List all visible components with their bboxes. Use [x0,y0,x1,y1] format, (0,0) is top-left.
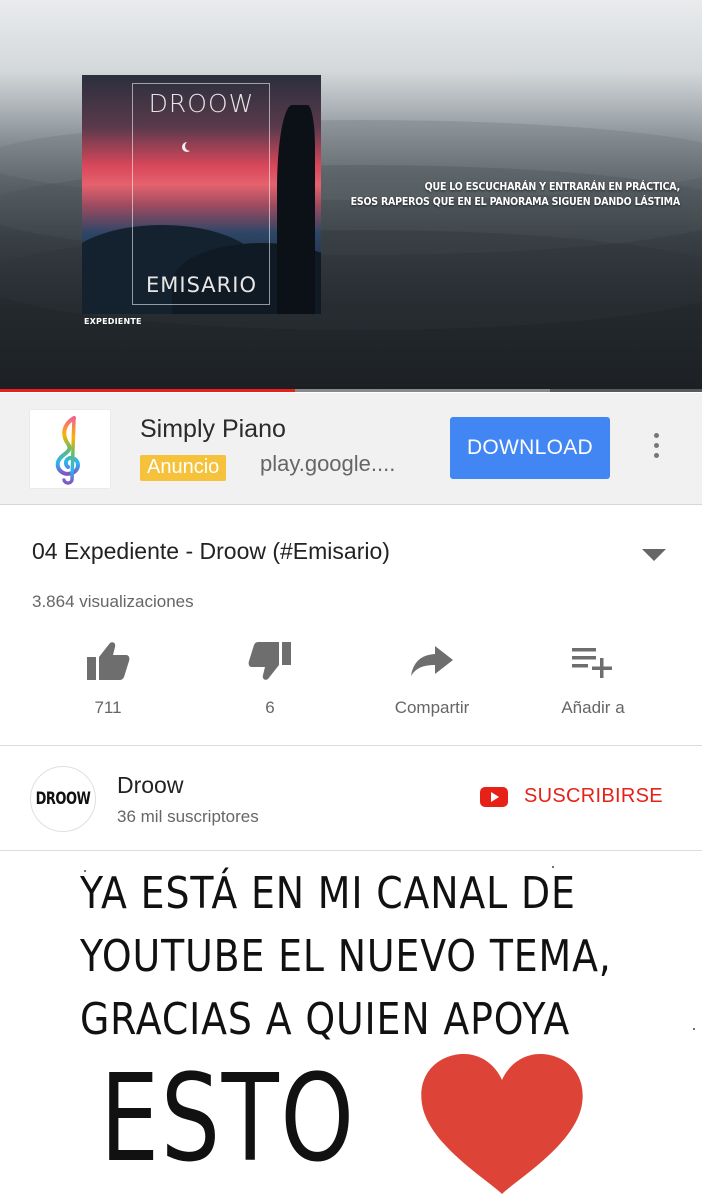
speck [552,866,554,868]
lyrics-line: ESOS RAPEROS QUE EN EL PANORAMA SIGUEN D… [350,196,681,208]
channel-avatar[interactable]: DROOW [30,766,96,832]
caption-text: YA ESTÁ EN MI CANAL DE YOUTUBE EL NUEVO … [80,862,612,1051]
dislike-count: 6 [265,698,275,717]
divider [0,745,702,746]
thumbs-down-icon [205,640,335,682]
add-to-button[interactable]: Añadir a [528,640,658,718]
like-count: 711 [94,698,122,717]
thumbs-up-icon [43,640,173,682]
video-title: 04 Expediente - Droow (#Emisario) [32,538,390,564]
share-button[interactable]: Compartir [367,640,497,718]
avatar-text: DROOW [35,789,91,809]
share-label: Compartir [394,698,470,717]
video-player[interactable]: DROOW EMISARIO EXPEDIENTE QUE LO ESCUCHA… [0,0,702,392]
caption-line: YOUTUBE EL NUEVO TEMA, [80,931,612,982]
view-count: 3.864 visualizaciones [32,592,194,611]
progress-bar[interactable] [0,389,702,392]
subscriber-count: 36 mil suscriptores [117,807,259,826]
album-label: EXPEDIENTE [84,317,142,326]
ad-url[interactable]: play.google.... [260,451,395,477]
ad-badge: Anuncio [140,455,227,481]
caption-line: GRACIAS A QUIEN APOYA [80,994,571,1045]
lyrics-line: QUE LO ESCUCHARÁN Y ENTRARÁN EN PRÁCTICA… [424,181,681,193]
share-icon [367,640,497,682]
dislike-button[interactable]: 6 [205,640,335,718]
divider [0,850,702,851]
speck [693,1028,695,1030]
album-title: DROOW [148,89,255,118]
channel-name[interactable]: Droow [117,772,183,799]
treble-clef-icon[interactable] [30,410,110,488]
add-to-label: Añadir a [561,698,625,717]
progress-buffer [550,389,702,392]
youtube-logo-icon [480,786,508,807]
album-cover: DROOW EMISARIO [82,75,321,314]
progress-fill [0,389,295,392]
speck [84,870,86,872]
album-subtitle: EMISARIO [146,273,257,297]
subscribe-label: SUSCRIBIRSE [524,785,663,807]
video-lyrics: QUE LO ESCUCHARÁN Y ENTRARÁN EN PRÁCTICA… [320,180,681,210]
expand-chevron-icon[interactable] [642,549,666,561]
ad-banner[interactable]: Simply Piano Anuncio play.google.... DOW… [0,393,702,505]
caption-big-word: ESTO [100,1050,356,1189]
caption-line: YA ESTÁ EN MI CANAL DE [80,868,576,919]
download-button[interactable]: DOWNLOAD [450,417,610,479]
more-vert-icon[interactable] [648,433,664,465]
subscribe-button[interactable]: SUSCRIBIRSE [480,785,663,808]
ad-app-name[interactable]: Simply Piano [140,415,286,444]
heart-icon [421,1054,583,1194]
like-button[interactable]: 711 [43,640,173,718]
playlist-add-icon [528,640,658,682]
